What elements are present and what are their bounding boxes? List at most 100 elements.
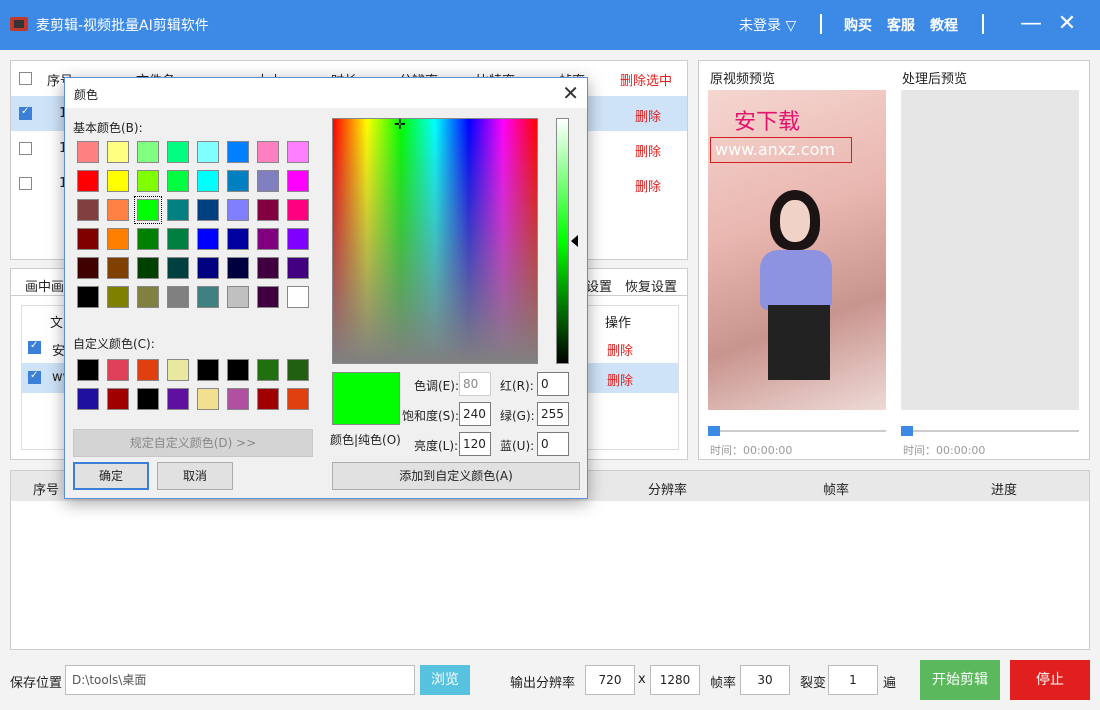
basic-color-swatch[interactable] [107, 170, 129, 192]
custom-color-swatch[interactable] [167, 388, 189, 410]
basic-color-swatch[interactable] [107, 199, 129, 221]
basic-color-swatch[interactable] [227, 141, 249, 163]
basic-color-swatch[interactable] [137, 228, 159, 250]
custom-color-swatch[interactable] [257, 388, 279, 410]
custom-color-swatch[interactable] [257, 359, 279, 381]
basic-color-swatch[interactable] [134, 196, 162, 224]
basic-color-swatch[interactable] [137, 257, 159, 279]
custom-color-swatch[interactable] [197, 388, 219, 410]
basic-color-swatch[interactable] [77, 257, 99, 279]
basic-color-swatch[interactable] [107, 286, 129, 308]
basic-color-swatch[interactable] [257, 170, 279, 192]
pip-row-delete-button[interactable]: 删除 [607, 340, 633, 359]
basic-color-swatch[interactable] [167, 170, 189, 192]
basic-color-swatch[interactable] [167, 141, 189, 163]
ok-button[interactable]: 确定 [73, 462, 149, 490]
basic-color-swatch[interactable] [227, 170, 249, 192]
row-checkbox[interactable] [19, 106, 32, 120]
basic-color-swatch[interactable] [77, 199, 99, 221]
basic-color-swatch[interactable] [227, 199, 249, 221]
custom-color-swatch[interactable] [137, 359, 159, 381]
basic-color-swatch[interactable] [197, 199, 219, 221]
basic-color-swatch[interactable] [287, 286, 309, 308]
basic-color-swatch[interactable] [287, 141, 309, 163]
row-delete-button[interactable]: 删除 [635, 176, 661, 195]
basic-color-swatch[interactable] [227, 257, 249, 279]
processed-seek-handle[interactable] [901, 426, 913, 436]
login-dropdown[interactable]: 未登录 ▽ [739, 15, 796, 35]
luminance-slider[interactable] [556, 118, 569, 364]
basic-color-swatch[interactable] [167, 257, 189, 279]
basic-color-swatch[interactable] [197, 228, 219, 250]
fps-input[interactable]: 30 [740, 665, 790, 695]
red-input[interactable]: 0 [537, 372, 569, 396]
restore-settings-button[interactable]: 恢复设置 [625, 276, 677, 295]
select-all-checkbox[interactable] [19, 72, 32, 85]
buy-link[interactable]: 购买 [844, 15, 872, 35]
basic-color-swatch[interactable] [287, 257, 309, 279]
row-checkbox[interactable] [19, 142, 32, 155]
original-seek-track[interactable] [708, 430, 886, 432]
basic-color-swatch[interactable] [197, 257, 219, 279]
tutorial-link[interactable]: 教程 [930, 15, 958, 35]
start-edit-button[interactable]: 开始剪辑 [920, 660, 1000, 700]
basic-color-swatch[interactable] [197, 141, 219, 163]
color-solid-label[interactable]: 颜色|纯色(O) [330, 431, 401, 448]
color-spectrum[interactable]: ✛ [332, 117, 538, 364]
basic-color-swatch[interactable] [137, 141, 159, 163]
original-seek-handle[interactable] [708, 426, 720, 436]
basic-color-swatch[interactable] [197, 286, 219, 308]
basic-color-swatch[interactable] [107, 228, 129, 250]
basic-color-swatch[interactable] [107, 257, 129, 279]
luminance-input[interactable]: 120 [459, 432, 491, 456]
custom-color-swatch[interactable] [287, 359, 309, 381]
hue-input[interactable]: 80 [459, 372, 491, 396]
basic-color-swatch[interactable] [287, 199, 309, 221]
width-input[interactable]: 720 [585, 665, 635, 695]
tab-settings[interactable]: 设置 [586, 276, 612, 295]
basic-color-swatch[interactable] [257, 257, 279, 279]
basic-color-swatch[interactable] [257, 141, 279, 163]
basic-color-swatch[interactable] [77, 170, 99, 192]
custom-color-swatch[interactable] [287, 388, 309, 410]
luminance-pointer-icon[interactable] [571, 235, 578, 247]
basic-color-swatch[interactable] [77, 286, 99, 308]
tab-pip[interactable]: 画中画 [25, 276, 64, 295]
custom-color-swatch[interactable] [107, 359, 129, 381]
basic-color-swatch[interactable] [287, 228, 309, 250]
basic-color-swatch[interactable] [137, 170, 159, 192]
close-window-button[interactable]: ✕ [1053, 10, 1081, 38]
basic-color-swatch[interactable] [227, 228, 249, 250]
row-delete-button[interactable]: 删除 [635, 141, 661, 160]
basic-color-swatch[interactable] [257, 199, 279, 221]
basic-color-swatch[interactable] [77, 228, 99, 250]
basic-color-swatch[interactable] [197, 170, 219, 192]
saturation-input[interactable]: 240 [459, 402, 491, 426]
row-checkbox[interactable] [19, 177, 32, 190]
stop-button[interactable]: 停止 [1010, 660, 1090, 700]
custom-color-swatch[interactable] [227, 359, 249, 381]
blue-input[interactable]: 0 [537, 432, 569, 456]
basic-color-swatch[interactable] [287, 170, 309, 192]
custom-color-swatch[interactable] [137, 388, 159, 410]
split-input[interactable]: 1 [828, 665, 878, 695]
basic-color-swatch[interactable] [77, 141, 99, 163]
add-to-custom-colors-button[interactable]: 添加到自定义颜色(A) [332, 462, 580, 490]
basic-color-swatch[interactable] [257, 286, 279, 308]
custom-color-swatch[interactable] [77, 388, 99, 410]
pip-row-checkbox[interactable] [28, 340, 41, 354]
height-input[interactable]: 1280 [650, 665, 700, 695]
pip-row-checkbox[interactable] [28, 370, 41, 384]
cancel-button[interactable]: 取消 [157, 462, 233, 490]
basic-color-swatch[interactable] [167, 199, 189, 221]
basic-color-swatch[interactable] [227, 286, 249, 308]
minimize-button[interactable]: — [1017, 10, 1045, 38]
custom-color-swatch[interactable] [77, 359, 99, 381]
pip-row-delete-button[interactable]: 删除 [607, 370, 633, 389]
service-link[interactable]: 客服 [887, 15, 915, 35]
custom-color-swatch[interactable] [227, 388, 249, 410]
green-input[interactable]: 255 [537, 402, 569, 426]
basic-color-swatch[interactable] [257, 228, 279, 250]
delete-selected-button[interactable]: 删除选中 [620, 70, 672, 89]
custom-color-swatch[interactable] [107, 388, 129, 410]
